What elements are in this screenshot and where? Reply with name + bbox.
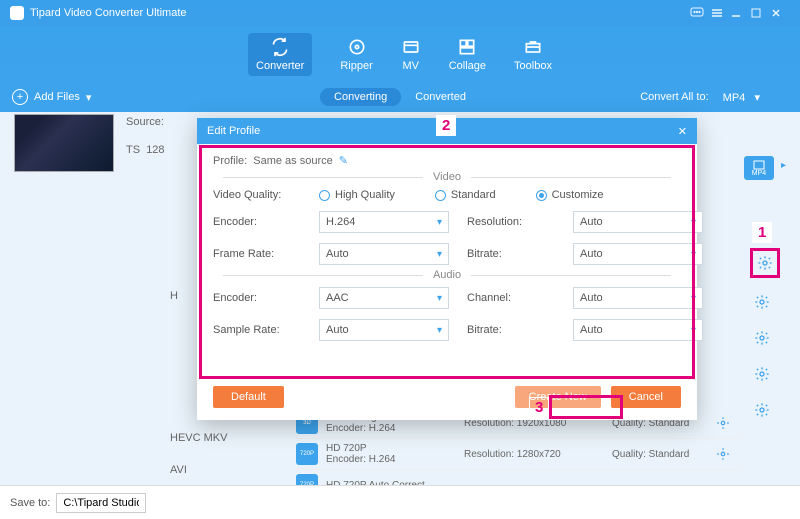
nav-label: Ripper	[340, 60, 372, 72]
nav-label: Converter	[256, 60, 304, 72]
gear-icon[interactable]	[754, 330, 770, 346]
maximize-icon[interactable]	[750, 7, 770, 19]
video-bitrate-select[interactable]: Auto	[573, 243, 703, 265]
bottom-bar: Save to:	[0, 485, 800, 519]
gear-icon[interactable]	[754, 294, 770, 310]
nav-toolbox[interactable]: Toolbox	[514, 37, 552, 72]
mv-icon	[401, 37, 421, 57]
profile-line: Profile: Same as source ✎	[213, 154, 681, 167]
nav-label: Collage	[449, 60, 486, 72]
collage-icon	[457, 37, 477, 57]
audio-section-label: Audio	[213, 269, 681, 281]
audio-encoder-select[interactable]: AAC	[319, 287, 449, 309]
category-item[interactable]: HEVC MKV	[162, 422, 282, 454]
video-framerate-label: Frame Rate:	[213, 248, 301, 260]
add-files-label: Add Files	[34, 91, 80, 103]
edit-profile-name-icon[interactable]: ✎	[339, 154, 348, 167]
app-logo	[10, 6, 24, 20]
app-title: Tipard Video Converter Ultimate	[30, 7, 187, 19]
nav-ripper[interactable]: Ripper	[340, 37, 372, 72]
convert-all-label: Convert All to:	[640, 91, 708, 103]
audio-encoder-label: Encoder:	[213, 292, 301, 304]
file-row: Source: TS 128	[14, 114, 165, 172]
add-files-button[interactable]: + Add Files ▾	[12, 89, 91, 105]
toolbox-icon	[523, 37, 543, 57]
nav-label: Toolbox	[514, 60, 552, 72]
output-format-badge[interactable]: MP4	[744, 156, 774, 180]
audio-channel-select[interactable]: Auto	[573, 287, 703, 309]
nav-collage[interactable]: Collage	[449, 37, 486, 72]
audio-samplerate-label: Sample Rate:	[213, 324, 301, 336]
nav-converter[interactable]: Converter	[248, 33, 312, 76]
format-icon: 720P	[296, 443, 318, 465]
audio-bitrate-select[interactable]: Auto	[573, 319, 703, 341]
minimize-icon[interactable]	[730, 7, 750, 19]
video-quality-label: Video Quality:	[213, 189, 301, 201]
callout-1-frame	[750, 248, 780, 278]
create-new-button[interactable]: Create New	[515, 386, 601, 408]
video-framerate-select[interactable]: Auto	[319, 243, 449, 265]
video-encoder-select[interactable]: H.264	[319, 211, 449, 233]
video-resolution-label: Resolution:	[467, 216, 555, 228]
nav-mv[interactable]: MV	[401, 37, 421, 72]
category-item[interactable]: AVI	[162, 454, 282, 486]
saveto-label: Save to:	[10, 497, 50, 509]
tab-converted[interactable]: Converted	[401, 88, 480, 106]
format-row[interactable]: 720P HD 720PEncoder: H.264 Resolution: 1…	[296, 439, 740, 470]
audio-channel-label: Channel:	[467, 292, 555, 304]
gear-icon[interactable]	[754, 402, 770, 418]
gear-icon[interactable]	[716, 447, 730, 461]
quality-high-radio[interactable]: High Quality	[319, 189, 395, 201]
audio-samplerate-select[interactable]: Auto	[319, 319, 449, 341]
convert-all-select[interactable]: MP4 ▾	[715, 89, 788, 106]
ripper-icon	[347, 37, 367, 57]
saveto-input[interactable]	[56, 493, 146, 513]
callout-1: 1	[752, 222, 772, 243]
main-nav: Converter Ripper MV Collage Toolbox	[0, 26, 800, 82]
video-section-label: Video	[213, 171, 681, 183]
gear-icon[interactable]	[716, 416, 730, 430]
convert-all-control: Convert All to: MP4 ▾	[640, 89, 788, 106]
file-info: Source: TS 128	[126, 114, 165, 172]
callout-3: 3	[529, 397, 549, 418]
quality-standard-radio[interactable]: Standard	[435, 189, 496, 201]
close-icon[interactable]	[770, 7, 790, 19]
video-encoder-label: Encoder:	[213, 216, 301, 228]
gear-icon[interactable]	[757, 255, 773, 271]
sub-bar: + Add Files ▾ Converting Converted Conve…	[0, 82, 800, 112]
menu-icon[interactable]	[710, 7, 730, 19]
video-resolution-select[interactable]: Auto	[573, 211, 703, 233]
title-bar: Tipard Video Converter Ultimate	[0, 0, 800, 26]
video-bitrate-label: Bitrate:	[467, 248, 555, 260]
dialog-title: Edit Profile	[207, 125, 260, 137]
cancel-button[interactable]: Cancel	[611, 386, 681, 408]
profile-value: Same as source	[253, 155, 332, 167]
converter-icon	[270, 37, 290, 57]
quality-customize-radio[interactable]: Customize	[536, 189, 604, 201]
default-button[interactable]: Default	[213, 386, 284, 408]
source-label: Source:	[126, 116, 165, 128]
profile-label: Profile:	[213, 155, 247, 167]
audio-bitrate-label: Bitrate:	[467, 324, 555, 336]
video-thumbnail[interactable]	[14, 114, 114, 172]
chevron-down-icon: ▾	[86, 91, 92, 104]
status-tabs: Converting Converted	[320, 88, 480, 106]
plus-icon: +	[12, 89, 28, 105]
nav-label: MV	[402, 60, 419, 72]
edit-profile-dialog: Edit Profile ✕ Profile: Same as source ✎…	[197, 118, 697, 420]
gear-icon[interactable]	[754, 366, 770, 382]
feedback-icon[interactable]	[690, 7, 710, 19]
film-icon	[753, 160, 765, 170]
callout-2: 2	[436, 115, 456, 136]
dialog-close-icon[interactable]: ✕	[678, 125, 687, 138]
tab-converting[interactable]: Converting	[320, 88, 401, 106]
